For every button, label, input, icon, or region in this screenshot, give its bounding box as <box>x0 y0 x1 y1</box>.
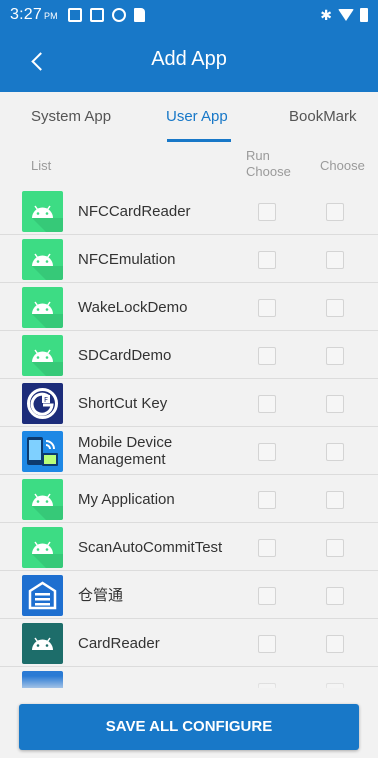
run-choose-checkbox[interactable] <box>258 587 276 605</box>
list-item[interactable]: ScanAutoCommitTest <box>0 524 378 571</box>
run-choose-checkbox[interactable] <box>258 347 276 365</box>
list-item[interactable]: NFCEmulation <box>0 236 378 283</box>
run-choose-checkbox[interactable] <box>258 395 276 413</box>
choose-checkbox[interactable] <box>326 587 344 605</box>
choose-checkbox[interactable] <box>326 347 344 365</box>
app-name: Mobile Device Management <box>78 434 173 468</box>
list-item[interactable]: Mobile Device Management <box>0 428 378 475</box>
system-icons: ✱ <box>320 7 368 24</box>
run-choose-checkbox[interactable] <box>258 443 276 461</box>
notification-icons <box>67 8 145 22</box>
mdm-icon <box>22 431 63 472</box>
column-run-choose: Run Choose <box>246 148 291 179</box>
svg-text:F: F <box>44 396 48 404</box>
app-name: My Application <box>78 491 175 508</box>
wifi-icon <box>338 9 354 21</box>
choose-checkbox[interactable] <box>326 443 344 461</box>
bluetooth-icon: ✱ <box>320 6 332 23</box>
app-bar: Add App <box>0 30 378 92</box>
android-icon <box>22 239 63 280</box>
battery-icon <box>360 8 368 22</box>
tab-bar: System App User App BookMark <box>0 92 378 144</box>
android-icon <box>22 287 63 328</box>
app-name: 仓管通 <box>78 587 124 604</box>
run-choose-checkbox[interactable] <box>258 539 276 557</box>
page-title: Add App <box>151 48 227 70</box>
choose-checkbox[interactable] <box>326 203 344 221</box>
choose-checkbox[interactable] <box>326 539 344 557</box>
android-icon <box>22 191 63 232</box>
app-name: NFCCardReader <box>78 203 191 220</box>
app-name: SDCardDemo <box>78 347 172 364</box>
choose-checkbox[interactable] <box>326 395 344 413</box>
status-time: 3:27 PM <box>10 6 58 23</box>
sim-icon <box>67 8 82 22</box>
warehouse-icon <box>22 575 63 616</box>
tab-user-app[interactable]: User App <box>166 108 228 125</box>
list-item[interactable]: F ShortCut Key <box>0 380 378 427</box>
active-tab-indicator <box>167 139 231 142</box>
save-all-configure-button[interactable]: SAVE ALL CONFIGURE <box>19 704 359 750</box>
sd-card-icon <box>133 8 145 22</box>
tablet-icon <box>89 8 104 22</box>
android-icon <box>22 527 63 568</box>
tab-bookmark[interactable]: BookMark <box>289 108 357 125</box>
app-name: CardReader <box>78 635 160 652</box>
column-headers: List Run Choose Choose <box>0 144 378 188</box>
list-fade <box>0 676 378 696</box>
android-icon <box>22 623 63 664</box>
list-item[interactable]: SDCardDemo <box>0 332 378 379</box>
list-item[interactable]: 仓管通 <box>0 572 378 619</box>
android-icon <box>22 335 63 376</box>
sync-icon <box>111 8 126 22</box>
column-list: List <box>31 158 52 173</box>
run-choose-checkbox[interactable] <box>258 251 276 269</box>
choose-checkbox[interactable] <box>326 491 344 509</box>
run-choose-checkbox[interactable] <box>258 203 276 221</box>
choose-checkbox[interactable] <box>326 635 344 653</box>
shortcut-key-icon: F <box>22 383 63 424</box>
app-list[interactable]: NFCCardReader NFCEmulation WakeLockDemo … <box>0 188 378 688</box>
run-choose-checkbox[interactable] <box>258 491 276 509</box>
app-name: ShortCut Key <box>78 395 168 412</box>
status-bar: 3:27 PM ✱ <box>0 0 378 30</box>
app-name: NFCEmulation <box>78 251 176 268</box>
list-item[interactable]: My Application <box>0 476 378 523</box>
column-choose: Choose <box>320 158 365 173</box>
list-item[interactable]: WakeLockDemo <box>0 284 378 331</box>
choose-checkbox[interactable] <box>326 299 344 317</box>
list-item[interactable]: CardReader <box>0 620 378 667</box>
list-item[interactable]: NFCCardReader <box>0 188 378 235</box>
tab-system-app[interactable]: System App <box>31 108 111 125</box>
choose-checkbox[interactable] <box>326 251 344 269</box>
app-name: ScanAutoCommitTest <box>78 539 223 556</box>
app-name: WakeLockDemo <box>78 299 188 316</box>
run-choose-checkbox[interactable] <box>258 635 276 653</box>
run-choose-checkbox[interactable] <box>258 299 276 317</box>
android-icon <box>22 479 63 520</box>
